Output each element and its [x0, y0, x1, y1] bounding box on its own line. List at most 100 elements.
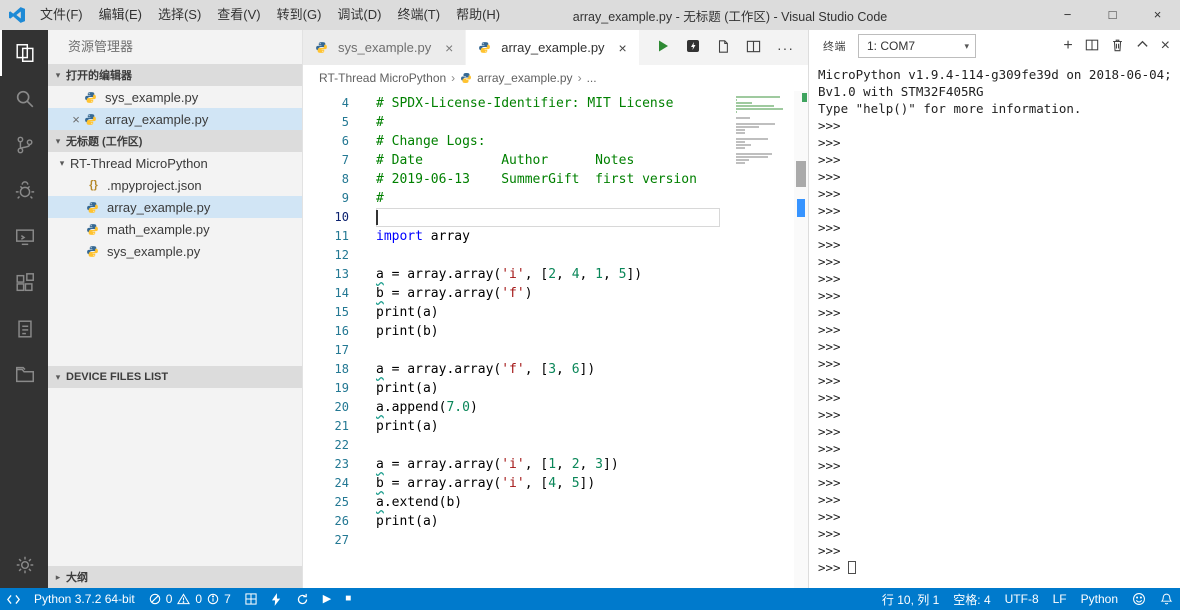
code-line[interactable]: 19 print(a): [303, 379, 808, 398]
code-line[interactable]: 4 # SPDX-License-Identifier: MIT License: [303, 94, 808, 113]
language-mode[interactable]: Python: [1074, 588, 1125, 610]
flash-download-icon[interactable]: [686, 39, 700, 56]
sync-files-button[interactable]: [289, 588, 316, 610]
code-line[interactable]: 21 print(a): [303, 417, 808, 436]
menu-item[interactable]: 文件(F): [32, 0, 91, 30]
open-editors-header[interactable]: ▾ 打开的编辑器: [48, 64, 302, 86]
new-terminal-icon[interactable]: +: [1063, 38, 1072, 54]
terminal-selector-dropdown[interactable]: 1: COM7 ▾: [858, 34, 976, 58]
notifications-bell[interactable]: [1153, 588, 1180, 610]
code-line[interactable]: 5 #: [303, 113, 808, 132]
indentation[interactable]: 空格: 4: [946, 588, 997, 610]
menu-item[interactable]: 转到(G): [269, 0, 330, 30]
tab-array_example.py[interactable]: array_example.py ×: [466, 30, 640, 65]
code-line[interactable]: 17: [303, 341, 808, 360]
menu-item[interactable]: 终端(T): [389, 0, 448, 30]
device-files-header[interactable]: ▾ DEVICE FILES LIST: [48, 366, 302, 388]
tree-item-.mpyproject.json[interactable]: {} .mpyproject.json: [48, 174, 302, 196]
menu-item[interactable]: 调试(D): [329, 0, 389, 30]
code-line[interactable]: 6 # Change Logs:: [303, 132, 808, 151]
code-line[interactable]: 8 # 2019-06-13 SummerGift first version: [303, 170, 808, 189]
feedback-smiley[interactable]: [1125, 588, 1153, 610]
code-line[interactable]: 18 a = array.array('f', [3, 6]): [303, 360, 808, 379]
terminal-prompt-active[interactable]: >>>: [818, 559, 1180, 576]
run-file-button[interactable]: ▶: [316, 588, 338, 610]
device-monitor-icon[interactable]: [0, 214, 48, 260]
code-editor[interactable]: 4 # SPDX-License-Identifier: MIT License 5…: [303, 91, 808, 588]
menu-item[interactable]: 查看(V): [209, 0, 268, 30]
python-interpreter[interactable]: Python 3.7.2 64-bit: [27, 588, 142, 610]
more-actions-icon[interactable]: ···: [777, 40, 794, 56]
code-line[interactable]: 9 #: [303, 189, 808, 208]
close-window-button[interactable]: ×: [1135, 0, 1180, 30]
stop-button[interactable]: ■: [338, 588, 358, 610]
code-line[interactable]: 11 import array: [303, 227, 808, 246]
breadcrumb-item[interactable]: ...: [587, 71, 597, 85]
code-line[interactable]: 13 a = array.array('i', [2, 4, 1, 5]): [303, 265, 808, 284]
code-line[interactable]: 24 b = array.array('i', [4, 5]): [303, 474, 808, 493]
split-editor-icon[interactable]: [746, 39, 761, 57]
menu-item[interactable]: 选择(S): [150, 0, 209, 30]
download-board-button[interactable]: [238, 588, 264, 610]
code-line[interactable]: 14 b = array.array('f'): [303, 284, 808, 303]
open-editor-item-array_example.py[interactable]: × array_example.py: [48, 108, 302, 130]
encoding[interactable]: UTF-8: [998, 588, 1046, 610]
code-line[interactable]: 16 print(b): [303, 322, 808, 341]
settings-gear-icon[interactable]: [0, 542, 48, 588]
search-icon[interactable]: [0, 76, 48, 122]
maximize-button[interactable]: □: [1090, 0, 1135, 30]
maximize-panel-chevron-icon[interactable]: [1136, 38, 1149, 54]
open-preview-icon[interactable]: [716, 39, 730, 57]
code-line[interactable]: 25 a.extend(b): [303, 493, 808, 512]
eol-sequence[interactable]: LF: [1046, 588, 1074, 610]
minimize-button[interactable]: −: [1045, 0, 1090, 30]
editor-scrollbar[interactable]: [794, 91, 808, 588]
code-line[interactable]: 26 print(a): [303, 512, 808, 531]
split-terminal-icon[interactable]: [1085, 38, 1099, 55]
code-line[interactable]: 20 a.append(7.0): [303, 398, 808, 417]
code-line[interactable]: 23 a = array.array('i', [1, 2, 3]): [303, 455, 808, 474]
file-label: sys_example.py: [105, 89, 199, 105]
minimap[interactable]: [736, 96, 792, 168]
kill-terminal-trash-icon[interactable]: [1111, 38, 1124, 55]
tree-folder-rt-thread-micropython[interactable]: ▾ RT-Thread MicroPython: [48, 152, 302, 174]
tree-item-sys_example.py[interactable]: sys_example.py: [48, 240, 302, 262]
code-line[interactable]: 10: [303, 208, 808, 227]
code-line[interactable]: 7 # Date Author Notes: [303, 151, 808, 170]
close-panel-icon[interactable]: ×: [1161, 38, 1170, 54]
code-text: a = array.array('i', [2, 4, 1, 5]): [376, 267, 643, 282]
tab-sys_example.py[interactable]: sys_example.py ×: [303, 30, 467, 65]
source-control-icon[interactable]: [0, 122, 48, 168]
close-tab-icon[interactable]: ×: [441, 40, 457, 56]
menu-item[interactable]: 编辑(E): [91, 0, 150, 30]
code-line[interactable]: 12: [303, 246, 808, 265]
code-line[interactable]: 22: [303, 436, 808, 455]
close-icon[interactable]: ×: [68, 112, 84, 127]
line-number: 20: [334, 400, 349, 414]
workspace-header[interactable]: ▾ 无标题 (工作区): [48, 130, 302, 152]
scrollbar-thumb[interactable]: [796, 161, 806, 187]
debug-icon[interactable]: [0, 168, 48, 214]
open-editors-list: sys_example.py × array_example.py: [48, 86, 302, 130]
connect-device-button[interactable]: [264, 588, 289, 610]
outline-header[interactable]: ▸ 大纲: [48, 566, 302, 588]
close-tab-icon[interactable]: ×: [615, 40, 631, 56]
open-editor-item-sys_example.py[interactable]: sys_example.py: [48, 86, 302, 108]
problems-indicator[interactable]: 0 0 7: [142, 588, 238, 610]
library-folder-icon[interactable]: [0, 352, 48, 398]
run-file-icon[interactable]: [656, 39, 670, 56]
breadcrumb-item[interactable]: array_example.py: [477, 71, 572, 85]
extensions-icon[interactable]: [0, 260, 48, 306]
breadcrumb-item[interactable]: RT-Thread MicroPython: [319, 71, 446, 85]
cursor-position[interactable]: 行 10, 列 1: [875, 588, 946, 610]
notes-clipboard-icon[interactable]: [0, 306, 48, 352]
menu-item[interactable]: 帮助(H): [448, 0, 508, 30]
explorer-icon[interactable]: [0, 30, 48, 76]
code-line[interactable]: 15 print(a): [303, 303, 808, 322]
terminal-output[interactable]: MicroPython v1.9.4-114-g309fe39d on 2018…: [809, 62, 1180, 588]
tree-item-array_example.py[interactable]: array_example.py: [48, 196, 302, 218]
tree-item-math_example.py[interactable]: math_example.py: [48, 218, 302, 240]
code-line[interactable]: 27: [303, 531, 808, 550]
remote-indicator[interactable]: [0, 588, 27, 610]
